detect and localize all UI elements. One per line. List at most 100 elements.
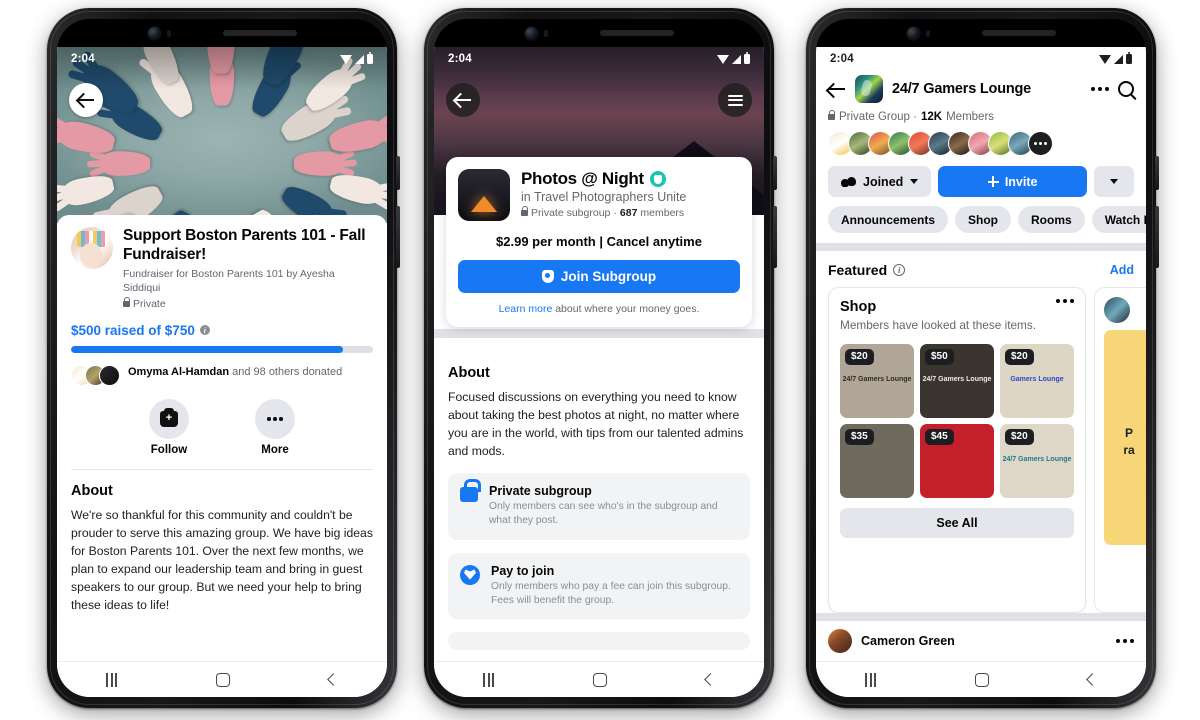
more-members-icon[interactable] (1028, 131, 1053, 156)
signal-icon (732, 54, 741, 64)
subscription-price: $2.99 per month | Cancel anytime (496, 234, 702, 249)
about-text-1: We're so thankful for this community and… (71, 507, 373, 613)
android-nav-bar-3 (816, 661, 1146, 697)
back-button[interactable] (828, 82, 846, 96)
group-tabs-chips[interactable]: AnnouncementsShopRoomsWatch P (816, 197, 1146, 243)
donor-avatars (71, 364, 120, 386)
invite-label: Invite (1004, 174, 1038, 189)
front-camera-icon (147, 26, 161, 40)
scroll-area-1[interactable]: 2:04 Support Boston Parents 101 - Fall F… (57, 47, 387, 661)
chip-announcements[interactable]: Announcements (828, 206, 949, 233)
info-card-pay: Pay to join Only members who pay a fee c… (448, 552, 750, 619)
section-separator (434, 329, 764, 338)
info-title: Private subgroup (489, 484, 592, 499)
learn-more-row: Learn more about where your money goes. (458, 303, 740, 315)
shop-product-grid[interactable]: 24/7 Gamers Lounge $20 24/7 Gamers Lounge $… (840, 343, 1074, 498)
about-text-2: Focused discussions on everything you ne… (448, 390, 744, 459)
join-subgroup-button[interactable]: Join Subgroup (458, 260, 740, 293)
fundraiser-privacy: Private (123, 296, 373, 310)
fundraiser-sheet: Support Boston Parents 101 - Fall Fundra… (57, 215, 387, 661)
product-tile[interactable]: Gamers Lounge $20 (1000, 343, 1074, 418)
see-all-button[interactable]: See All (840, 507, 1074, 538)
group-action-row: Joined Invite (816, 156, 1146, 197)
status-time: 2:04 (830, 53, 854, 65)
shop-card-header: Shop Members have looked at these items. (840, 299, 1074, 334)
info-desc: Only members can see who's in the subgro… (489, 501, 718, 527)
sensor-icon (925, 29, 930, 37)
fundraiser-avatar[interactable] (71, 227, 113, 269)
featured-cards-row[interactable]: Shop Members have looked at these items.… (816, 278, 1146, 613)
phone-power-button (1155, 206, 1159, 268)
follow-button[interactable]: Follow (149, 398, 189, 456)
app-viewport-1: 2:04 Support Boston Parents 101 - Fall F… (57, 47, 387, 697)
phone-mockup-subgroup: 2:04 Photos @ Night in Travel Photograph… (424, 8, 777, 708)
product-tile[interactable]: 24/7 Gamers Lounge $20 (840, 343, 914, 418)
joined-button[interactable]: Joined (828, 166, 932, 197)
back-nav-button[interactable] (703, 673, 717, 686)
avatar-subject (80, 243, 102, 267)
recents-button[interactable] (106, 672, 117, 687)
arrow-left-icon (455, 99, 471, 101)
phone-mockup-fundraiser: 2:04 Support Boston Parents 101 - Fall F… (47, 8, 400, 708)
ellipsis-icon[interactable] (1056, 299, 1074, 303)
back-nav-button[interactable] (1085, 673, 1099, 686)
home-button[interactable] (592, 672, 607, 687)
home-button[interactable] (215, 672, 230, 687)
phone-volume-button (773, 156, 777, 190)
group-meta: Private Group · 12K Members (816, 110, 1146, 123)
group-avatar[interactable] (855, 75, 883, 103)
product-tile[interactable]: $35 (840, 423, 914, 498)
donors-text: Omyma Al-Hamdan and 98 others donated (128, 365, 342, 380)
back-nav-button[interactable] (326, 673, 340, 686)
invite-button[interactable]: Invite (938, 166, 1087, 197)
recents-button[interactable] (865, 672, 876, 687)
post-preview[interactable]: Cameron Green (816, 613, 1146, 661)
member-avatars-row[interactable] (816, 123, 1146, 156)
more-button[interactable]: More (255, 398, 295, 456)
chip-shop[interactable]: Shop (955, 206, 1012, 233)
phone-mockup-group: 2:04 24/7 Gamers Lounge Private Group · … (806, 8, 1159, 708)
avatar (99, 364, 120, 386)
ellipsis-icon[interactable] (1116, 639, 1134, 643)
android-nav-bar-2 (434, 661, 764, 697)
chip-rooms[interactable]: Rooms (1018, 206, 1085, 233)
shield-icon (541, 270, 554, 283)
earpiece-speaker (222, 30, 297, 36)
group-members-icon (841, 176, 856, 187)
info-icon[interactable]: i (893, 264, 906, 276)
phone-screen-3: 2:04 24/7 Gamers Lounge Private Group · … (816, 19, 1146, 697)
phone-volume-button (1155, 156, 1159, 190)
featured-card-secondary[interactable]: P ra (1094, 287, 1146, 613)
status-icons (1099, 52, 1132, 64)
ellipsis-icon[interactable] (1091, 87, 1109, 91)
hand-cutout (88, 150, 151, 176)
about-heading-2: About (448, 365, 490, 381)
app-viewport-2: 2:04 Photos @ Night in Travel Photograph… (434, 47, 764, 697)
search-icon[interactable] (1118, 81, 1134, 97)
learn-more-rest: about where your money goes. (552, 303, 700, 315)
product-tile[interactable]: 24/7 Gamers Lounge $20 (1000, 423, 1074, 498)
product-tile[interactable]: $45 (920, 423, 994, 498)
plus-icon (987, 176, 999, 187)
front-camera-icon (524, 26, 538, 40)
home-button[interactable] (974, 672, 989, 687)
product-tile[interactable]: 24/7 Gamers Lounge $50 (920, 343, 994, 418)
fundraiser-actions: Follow More (71, 398, 373, 456)
fundraiser-header: Support Boston Parents 101 - Fall Fundra… (71, 227, 373, 310)
learn-more-link[interactable]: Learn more (499, 303, 553, 315)
featured-add-button[interactable]: Add (1110, 263, 1134, 277)
menu-button[interactable] (718, 83, 752, 117)
follow-label: Follow (150, 443, 188, 456)
back-button[interactable] (69, 83, 103, 117)
sensor-icon (166, 29, 171, 37)
subgroup-thumbnail[interactable] (458, 169, 510, 221)
recents-button[interactable] (483, 672, 494, 687)
back-button[interactable] (446, 83, 480, 117)
more-actions-button[interactable] (1094, 166, 1134, 197)
scroll-area-2[interactable]: 2:04 Photos @ Night in Travel Photograph… (434, 47, 764, 661)
chip-watch-p[interactable]: Watch P (1091, 206, 1146, 233)
subgroup-member-count: 687 (619, 207, 638, 219)
members-word: members (640, 207, 685, 219)
info-icon[interactable]: i (199, 325, 210, 336)
phone-volume-button (396, 156, 400, 190)
